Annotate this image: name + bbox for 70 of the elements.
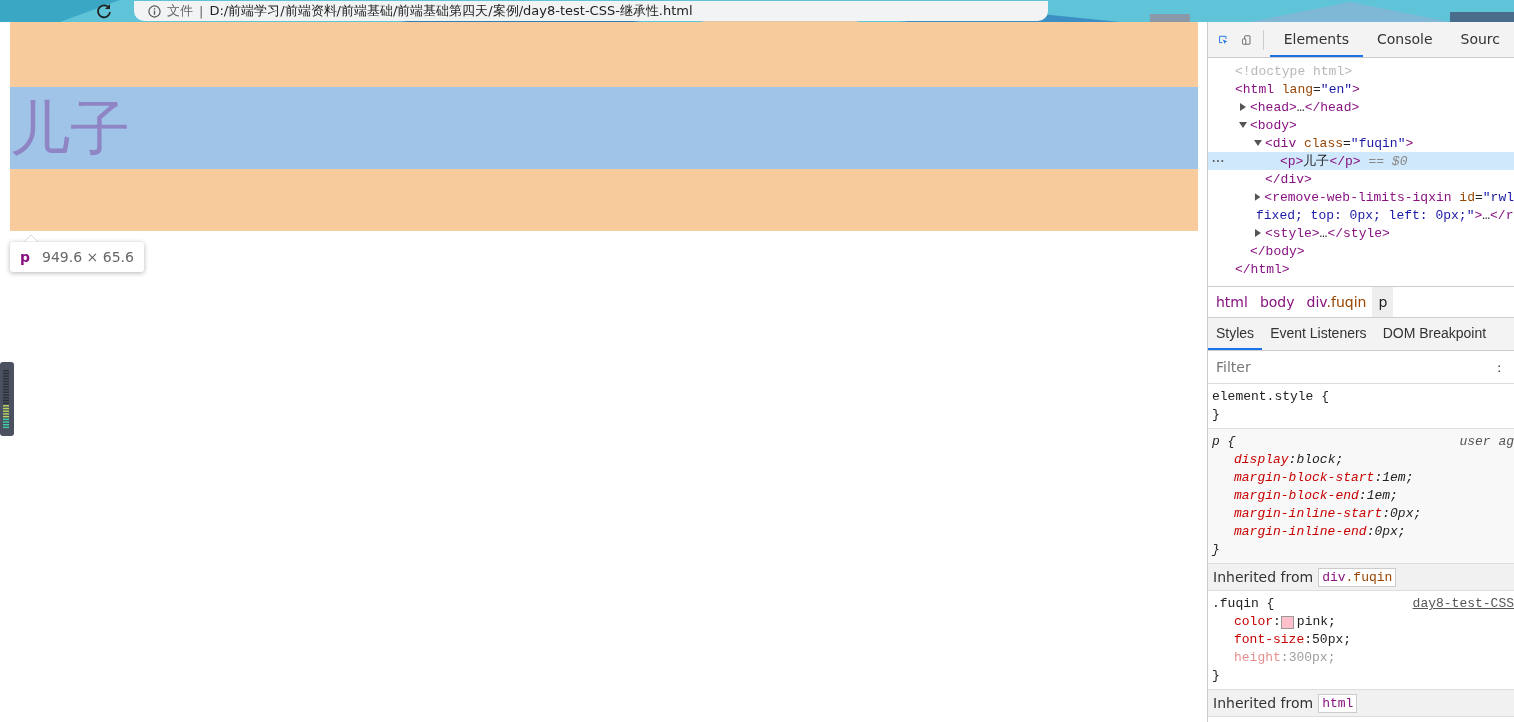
inherited-label: Inherited from — [1213, 695, 1314, 711]
closing-brace: } — [1212, 406, 1220, 424]
dom-code: <remove-web-limits-iqxin id="rwl — [1264, 189, 1514, 205]
expanded-triangle-icon[interactable] — [1239, 121, 1247, 129]
dom-code: <html lang="en"> — [1235, 81, 1360, 97]
closing-brace: } — [1212, 667, 1220, 685]
breadcrumb[interactable]: div.fuqin — [1300, 287, 1373, 317]
dom-code: </html> — [1235, 261, 1290, 277]
dom-line[interactable]: <div class="fuqin"> — [1208, 134, 1514, 152]
tooltip-tag: p — [20, 249, 31, 265]
dom-line[interactable]: <remove-web-limits-iqxin id="rwl — [1208, 188, 1514, 206]
address-separator: | — [199, 3, 204, 19]
dots-icon[interactable] — [1212, 159, 1224, 163]
dom-code: <body> — [1250, 117, 1297, 133]
info-icon — [148, 4, 161, 18]
level-meter-icon — [0, 362, 14, 436]
dom-code: <!doctype html> — [1235, 63, 1353, 79]
dom-line[interactable]: <body> — [1208, 116, 1514, 134]
expanded-triangle-icon[interactable] — [1254, 139, 1262, 147]
dom-line[interactable]: <html lang="en"> — [1208, 80, 1514, 98]
breadcrumb[interactable]: html — [1210, 287, 1254, 317]
css-declaration[interactable]: margin-inline-end:0px; — [1212, 523, 1406, 541]
dom-line[interactable]: </div> — [1208, 170, 1514, 188]
source-label: user ag — [1459, 433, 1514, 451]
dom-code: <p>儿子</p> == $0 — [1280, 153, 1408, 170]
pane-tab[interactable]: DOM Breakpoint — [1374, 318, 1495, 350]
inherited-selector-link[interactable]: html — [1318, 693, 1358, 713]
closing-brace: } — [1212, 541, 1220, 559]
inherited-selector-link[interactable]: div.fuqin — [1318, 567, 1397, 587]
pane-tab[interactable]: Styles — [1208, 318, 1263, 350]
css-declaration[interactable]: margin-block-end:1em; — [1212, 487, 1398, 505]
css-declaration[interactable]: color: pink; — [1212, 613, 1336, 631]
dom-code: </body> — [1250, 243, 1305, 259]
dom-code: <head>…</head> — [1250, 99, 1360, 115]
pane-tab[interactable]: Event Listeners — [1262, 318, 1375, 350]
collapsed-triangle-icon[interactable] — [1254, 229, 1262, 237]
selected-dom-row[interactable]: <p>儿子</p> == $0 — [1208, 152, 1514, 170]
breadcrumb[interactable]: body — [1253, 287, 1301, 317]
dom-code: <div class="fuqin"> — [1265, 135, 1414, 151]
dom-code: fixed; top: 0px; left: 0px;">…</r — [1256, 207, 1514, 223]
css-selector: .fuqin { — [1212, 595, 1275, 613]
color-swatch[interactable] — [1280, 615, 1294, 629]
tooltip-size: 949.6 × 65.6 — [42, 249, 134, 265]
source-link[interactable]: day8-test-CSS — [1412, 595, 1514, 613]
paragraph-text: 儿子 — [10, 98, 130, 158]
collapsed-triangle-icon[interactable] — [1239, 103, 1247, 111]
panel-tab[interactable]: Sourc — [1446, 22, 1514, 57]
panel-tab[interactable]: Console — [1362, 22, 1447, 57]
collapsed-triangle-icon[interactable] — [1254, 193, 1262, 201]
dom-line[interactable]: fixed; top: 0px; left: 0px;">…</r — [1208, 206, 1514, 224]
css-selector: element.style { — [1212, 388, 1330, 406]
dom-line[interactable]: <head>…</head> — [1208, 98, 1514, 116]
css-declaration[interactable]: margin-inline-start:0px; — [1212, 505, 1422, 523]
dom-line[interactable]: </body> — [1208, 242, 1514, 260]
dom-code: </div> — [1265, 171, 1312, 187]
breadcrumb[interactable]: p — [1372, 287, 1394, 317]
address-bar[interactable]: 文件 | D:/前端学习/前端资料/前端基础/前端基础第四天/案例/day8-test-CSS-继承性.html — [134, 1, 1048, 21]
css-declaration[interactable]: display:block; — [1212, 451, 1344, 469]
address-url: D:/前端学习/前端资料/前端基础/前端基础第四天/案例/day8-test-CSS-继承性.html — [209, 2, 693, 20]
css-declaration[interactable]: font-size:50px; — [1212, 631, 1352, 649]
css-declaration[interactable]: margin-block-start:1em; — [1212, 469, 1414, 487]
panel-tab[interactable]: Elements — [1269, 22, 1363, 57]
filter-toggle[interactable]: : — [1497, 359, 1502, 375]
reload-icon[interactable] — [96, 3, 112, 19]
dom-code: <style>…</style> — [1265, 225, 1390, 241]
dom-line[interactable]: <style>…</style> — [1208, 224, 1514, 242]
css-selector: p { — [1212, 433, 1236, 451]
inherited-label: Inherited from — [1213, 569, 1314, 585]
dom-line[interactable]: </html> — [1208, 260, 1514, 278]
address-prefix: 文件 — [167, 2, 193, 20]
